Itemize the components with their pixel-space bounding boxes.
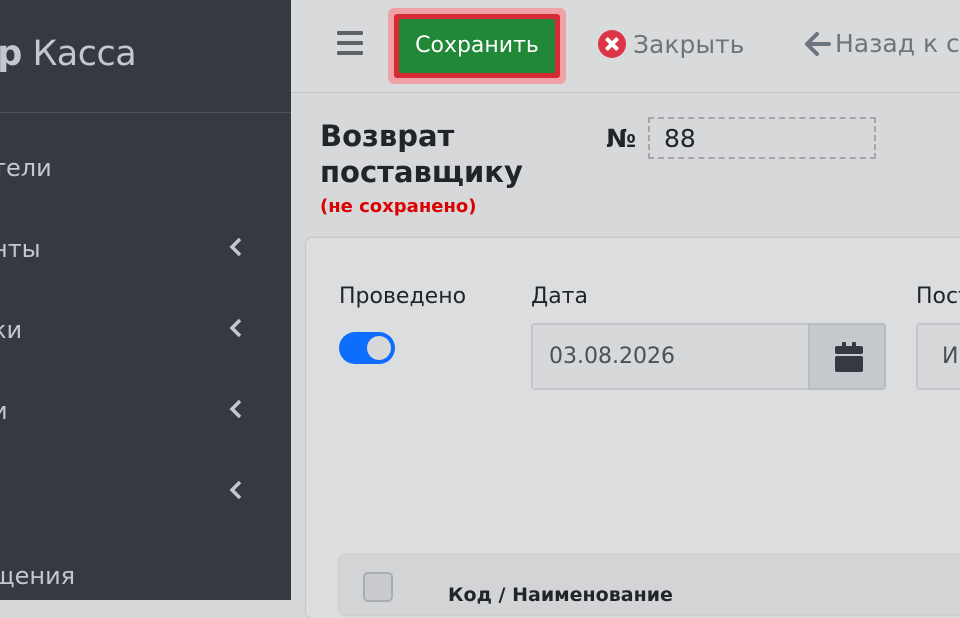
number-label: №: [606, 124, 637, 153]
save-button-focus-ring: Сохранить: [388, 8, 566, 84]
brand-name: ер Касса: [0, 34, 137, 74]
select-all-checkbox[interactable]: [363, 572, 393, 602]
sidebar: ер Касса тели нты ки и щения: [0, 0, 291, 600]
top-toolbar: Сохранить Закрыть Назад к сп: [291, 0, 960, 93]
chevron-left-icon: [229, 399, 242, 419]
sidebar-item-2[interactable]: нты: [0, 221, 291, 281]
save-button[interactable]: Сохранить: [394, 14, 560, 78]
sidebar-item-3[interactable]: ки: [0, 302, 291, 362]
back-to-list-label: Назад к сп: [835, 29, 960, 58]
unsaved-status: (не сохранено): [320, 196, 477, 217]
sidebar-item-5[interactable]: [0, 464, 291, 524]
posted-label: Проведено: [339, 284, 467, 309]
date-input[interactable]: [531, 323, 810, 390]
sidebar-item-1[interactable]: тели: [0, 140, 291, 200]
page-title: Возврат поставщику: [320, 119, 523, 189]
document-number-input[interactable]: [648, 117, 876, 159]
arrow-left-icon: [805, 32, 831, 56]
sidebar-item-label: тели: [0, 154, 52, 182]
save-button-label: Сохранить: [399, 19, 555, 73]
close-circle-icon: [598, 30, 626, 58]
sidebar-item-6[interactable]: щения: [0, 548, 291, 600]
sidebar-item-4[interactable]: и: [0, 383, 291, 443]
supplier-select[interactable]: И: [916, 323, 960, 390]
calendar-icon: [835, 342, 863, 372]
chevron-left-icon: [229, 318, 242, 338]
column-header-code-name[interactable]: Код / Наименование: [448, 584, 673, 606]
sidebar-item-label: нты: [0, 235, 41, 263]
posted-toggle[interactable]: [339, 332, 395, 364]
calendar-button[interactable]: [808, 323, 886, 390]
chevron-left-icon: [229, 237, 242, 257]
date-label: Дата: [531, 284, 588, 309]
sidebar-item-label: ки: [0, 316, 23, 344]
toggle-knob: [367, 336, 391, 360]
sidebar-item-label: и: [0, 397, 8, 425]
sidebar-item-label: щения: [0, 562, 76, 590]
chevron-left-icon: [229, 480, 242, 500]
hamburger-icon[interactable]: [337, 31, 363, 55]
close-button-label: Закрыть: [633, 30, 745, 59]
brand[interactable]: ер Касса: [0, 0, 291, 113]
supplier-label: Пост: [916, 284, 960, 309]
